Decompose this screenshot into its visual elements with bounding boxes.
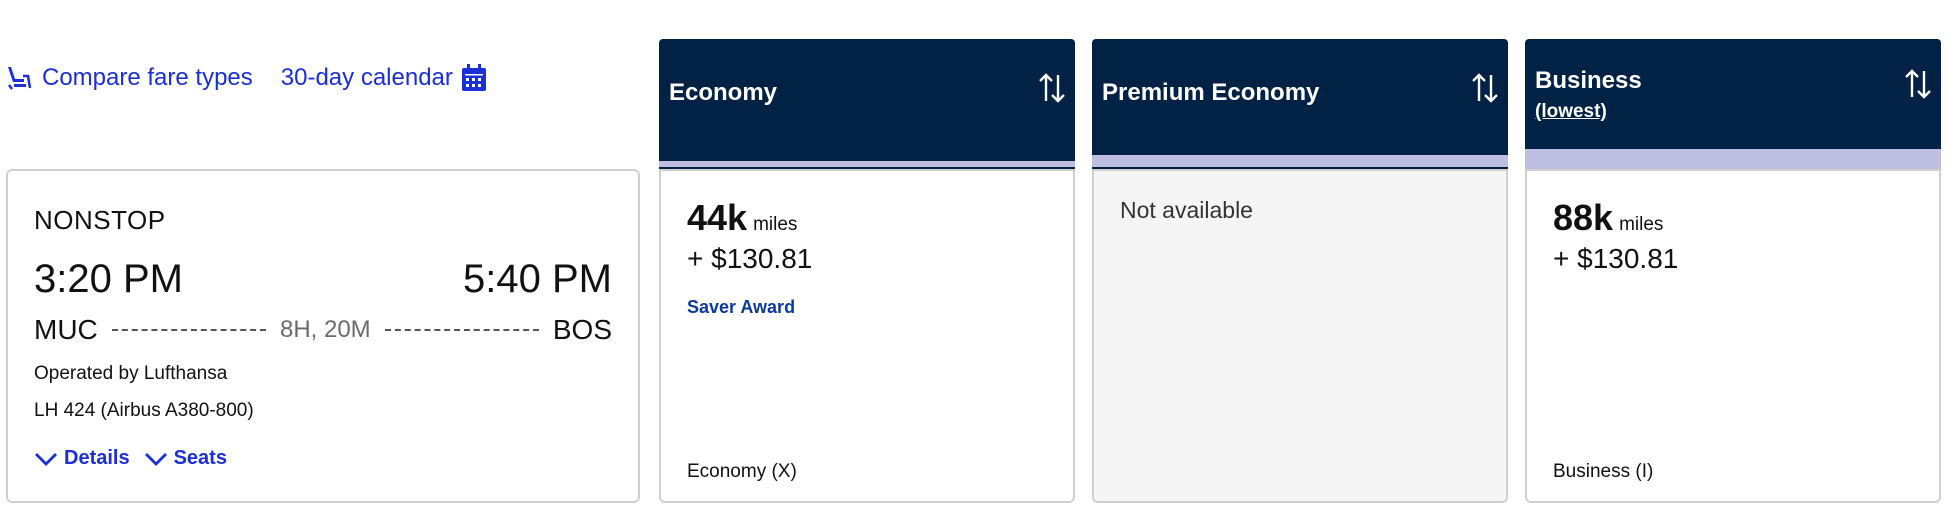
- chevron-down-icon: [144, 452, 167, 466]
- business-header-stripe: [1525, 149, 1941, 169]
- origin-airport: MUC: [34, 314, 98, 345]
- economy-taxes: + $130.81: [687, 243, 813, 274]
- flight-expanders: Details Seats: [34, 447, 227, 470]
- route-divider: [111, 329, 266, 331]
- business-cabin-code: Business (I): [1553, 461, 1654, 482]
- route-line: MUC 8H, 20M BOS: [34, 313, 612, 347]
- arrival-time: 5:40 PM: [463, 257, 612, 301]
- operated-by: Operated by Lufthansa: [34, 363, 228, 384]
- stops-label: NONSTOP: [34, 205, 166, 235]
- details-toggle[interactable]: Details: [34, 447, 130, 470]
- details-label: Details: [64, 447, 130, 469]
- economy-column-header[interactable]: Economy: [659, 39, 1075, 161]
- premium-economy-column-header[interactable]: Premium Economy: [1092, 39, 1508, 155]
- sort-arrows-icon[interactable]: [1470, 71, 1500, 105]
- top-links: Compare fare types 30-day calendar: [4, 64, 489, 92]
- economy-miles-value: 44k: [687, 197, 748, 238]
- business-miles: 88k miles: [1553, 197, 1663, 239]
- sort-arrows-icon[interactable]: [1037, 71, 1067, 105]
- not-available-label: Not available: [1120, 197, 1253, 223]
- premium-economy-header-stripe: [1092, 155, 1508, 167]
- destination-airport: BOS: [552, 314, 613, 345]
- chevron-down-icon: [35, 452, 57, 466]
- seat-icon: [4, 64, 32, 92]
- saver-award-badge: Saver Award: [687, 297, 796, 317]
- economy-cabin-code: Economy (X): [687, 461, 797, 482]
- economy-miles-unit: miles: [753, 214, 798, 235]
- seats-label: Seats: [173, 447, 227, 469]
- calendar-icon: [461, 64, 489, 92]
- business-miles-unit: miles: [1619, 214, 1664, 235]
- compare-fare-types-link[interactable]: Compare fare types: [4, 64, 253, 92]
- business-fare-cell[interactable]: 88k miles + $130.81 Business (I): [1525, 169, 1941, 503]
- business-miles-value: 88k: [1553, 197, 1614, 238]
- economy-miles: 44k miles: [687, 197, 797, 239]
- seats-toggle[interactable]: Seats: [144, 447, 227, 470]
- flight-summary-card: NONSTOP 3:20 PM 5:40 PM MUC 8H, 20M BOS …: [6, 169, 640, 503]
- flight-number: LH 424 (Airbus A380-800): [34, 400, 254, 421]
- business-taxes: + $130.81: [1553, 243, 1679, 274]
- calendar-label: 30-day calendar: [280, 64, 453, 91]
- premium-economy-fare-cell: Not available: [1092, 169, 1508, 503]
- economy-fare-cell[interactable]: 44k miles + $130.81 Saver Award Economy …: [659, 169, 1075, 503]
- route-divider: [384, 329, 539, 331]
- departure-time: 3:20 PM: [34, 257, 183, 301]
- calendar-link[interactable]: 30-day calendar: [281, 64, 489, 92]
- economy-title: Economy: [669, 79, 778, 106]
- premium-economy-title: Premium Economy: [1102, 79, 1320, 106]
- business-title: Business: [1535, 67, 1642, 94]
- compare-fare-types-label: Compare fare types: [42, 64, 253, 91]
- business-column-header[interactable]: Business (lowest): [1525, 39, 1941, 149]
- flight-duration: 8H, 20M: [279, 316, 371, 343]
- business-lowest-link[interactable]: (lowest): [1535, 101, 1607, 123]
- sort-arrows-icon[interactable]: [1903, 67, 1933, 101]
